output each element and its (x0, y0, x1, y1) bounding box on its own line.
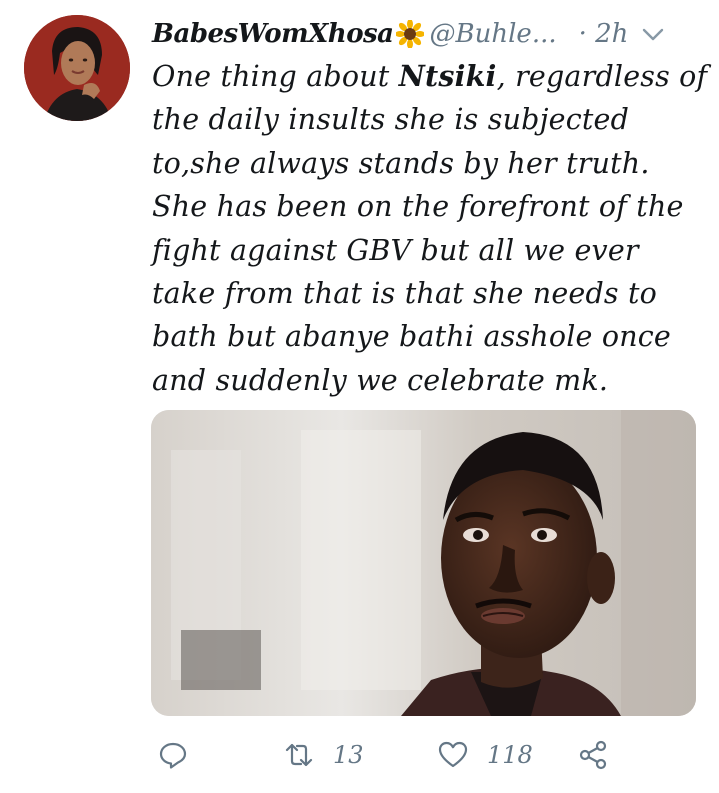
retweet-button[interactable]: 13 (283, 735, 364, 775)
reply-icon (159, 742, 187, 769)
display-name[interactable]: BabesWomXhosa (152, 19, 394, 49)
tweet-text: One thing about Ntsiki, regardless of th… (152, 55, 712, 402)
share-icon (579, 740, 607, 770)
tweet-photo[interactable] (151, 410, 696, 716)
retweet-count: 13 (333, 741, 364, 769)
mention-ntsiki: Ntsiki (398, 59, 497, 93)
chevron-down-icon[interactable] (642, 27, 664, 41)
tweet-header: BabesWomXhosa @Buhle... · 2h (152, 12, 697, 56)
tweet-line: fight against GBV but all we ever (152, 233, 639, 267)
avatar[interactable] (24, 15, 130, 121)
tweet-line: take from that is that she needs to (152, 277, 658, 311)
tweet-actions: 13 118 (151, 735, 696, 775)
sunflower-icon (394, 19, 425, 49)
tweet-line: to,she always stands by her truth. (152, 146, 650, 180)
like-count: 118 (487, 741, 533, 769)
tweet-line: the daily insults she is subjected (152, 103, 630, 137)
like-button[interactable]: 118 (437, 735, 533, 775)
heart-icon (438, 741, 468, 768)
timestamp[interactable]: · 2h (579, 19, 629, 49)
tweet-line: bath but abanye bathi asshole once (152, 320, 671, 354)
user-handle[interactable]: @Buhle... (430, 19, 557, 49)
tweet-line: She has been on the forefront of the (152, 190, 684, 224)
tweet-line: and suddenly we celebrate mk. (152, 363, 609, 397)
share-button[interactable] (577, 735, 609, 775)
reply-button[interactable] (157, 735, 207, 775)
retweet-icon (285, 743, 313, 767)
tweet-line: One thing about Ntsiki, regardless of (152, 59, 708, 93)
